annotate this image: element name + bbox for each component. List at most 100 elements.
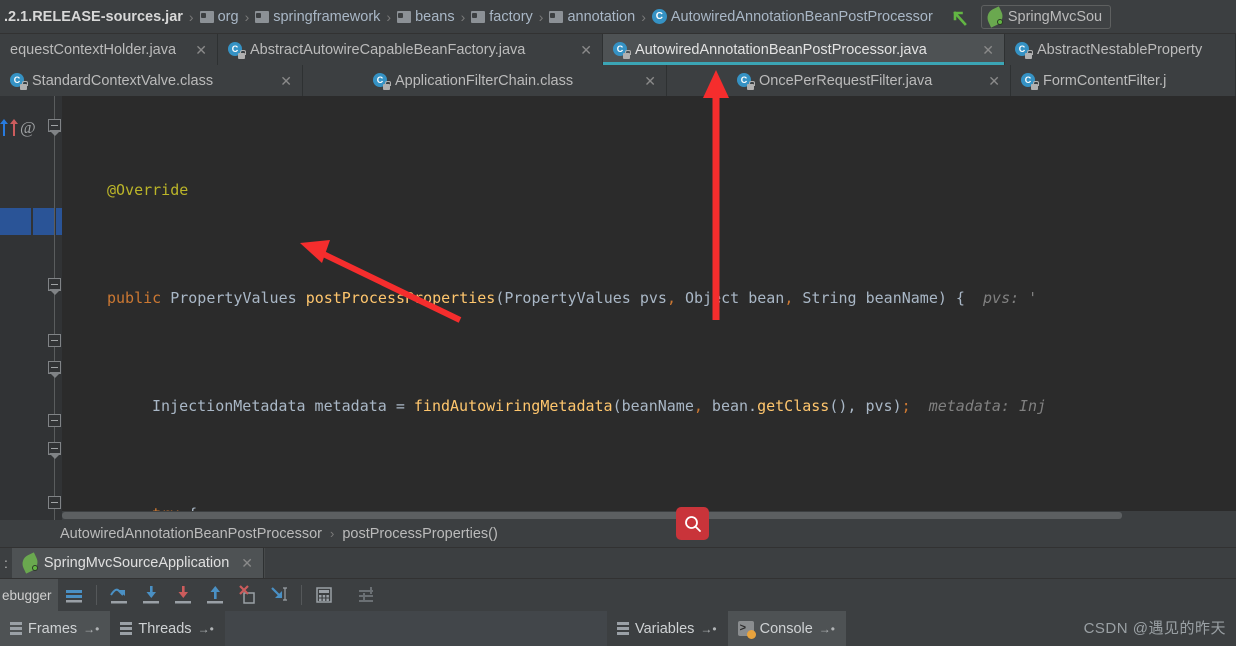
code-line[interactable]: public PropertyValues postProcessPropert… <box>62 285 1236 312</box>
tab-autowired-annotation-bean-post-processor[interactable]: C AutowiredAnnotationBeanPostProcessor.j… <box>603 34 1005 65</box>
debug-tabs-gap-2 <box>394 611 608 646</box>
scrollbar-thumb[interactable] <box>62 512 1122 519</box>
breadcrumb-label: AutowiredAnnotationBeanPostProcessor <box>670 8 933 25</box>
editor-breadcrumb-bar: AutowiredAnnotationBeanPostProcessor › p… <box>0 520 1236 548</box>
overriding-method-icon[interactable] <box>10 119 18 137</box>
run-to-cursor-icon[interactable] <box>266 582 292 608</box>
pin-icon[interactable]: →• <box>198 622 214 636</box>
code-line[interactable]: InjectionMetadata metadata = findAutowir… <box>62 393 1236 420</box>
code-editor[interactable]: @ @Override public PropertyValues postPr… <box>0 96 1236 520</box>
debug-tab-threads[interactable]: Threads →• <box>110 611 225 646</box>
tab-label: AbstractNestableProperty <box>1037 41 1203 58</box>
debug-tab-label: Console <box>759 620 813 637</box>
watermark: CSDN @遇见的昨天 <box>1083 620 1226 637</box>
search-icon <box>684 515 701 532</box>
breadcrumb-factory[interactable]: factory <box>469 4 535 30</box>
annotation-token: @Override <box>107 181 189 199</box>
evaluate-expression-icon[interactable] <box>311 582 337 608</box>
fold-marker[interactable] <box>48 361 61 378</box>
tab-abstract-autowire-capable-bean-factory[interactable]: C AbstractAutowireCapableBeanFactory.jav… <box>218 34 603 65</box>
fold-marker[interactable] <box>48 278 61 295</box>
folder-icon <box>397 10 412 23</box>
tab-once-per-request-filter[interactable]: C OncePerRequestFilter.java ✕ <box>667 65 1011 96</box>
annotation-marker-icon[interactable]: @ <box>20 118 36 138</box>
step-over-icon[interactable] <box>106 582 132 608</box>
breadcrumb-beans[interactable]: beans <box>395 4 457 30</box>
gutter-annotation-markers[interactable]: @ <box>0 118 36 138</box>
debug-tab-frames[interactable]: Frames →• <box>0 611 111 646</box>
close-icon[interactable]: ✕ <box>644 74 656 88</box>
debug-tabs-filler <box>264 548 1236 578</box>
navigation-bar: .2.1.RELEASE-sources.jar › org › springf… <box>0 0 1236 34</box>
breadcrumb-method-name[interactable]: postProcessProperties() <box>342 526 498 542</box>
breadcrumb-class[interactable]: C AutowiredAnnotationBeanPostProcessor <box>650 4 935 30</box>
editor-horizontal-scrollbar[interactable] <box>62 511 1236 520</box>
debug-tab-variables[interactable]: Variables →• <box>607 611 728 646</box>
folder-icon <box>549 10 564 23</box>
close-icon[interactable]: ✕ <box>280 74 292 88</box>
editor-tab-row-2: C StandardContextValve.class ✕ C Applica… <box>0 65 1236 96</box>
drop-frame-icon[interactable] <box>234 582 260 608</box>
pin-icon[interactable]: →• <box>700 622 716 636</box>
gutter-highlight <box>0 208 31 235</box>
implementing-method-icon[interactable] <box>0 119 8 137</box>
fold-marker[interactable] <box>48 442 61 459</box>
close-icon[interactable]: ✕ <box>580 43 592 57</box>
java-file-icon: C <box>1021 72 1039 90</box>
class-file-icon: C <box>373 72 391 90</box>
breadcrumb-separator: › <box>244 8 250 25</box>
variables-icon <box>617 622 630 635</box>
tab-request-context-holder[interactable]: equestContextHolder.java ✕ <box>0 34 218 65</box>
code-content[interactable]: @Override public PropertyValues postProc… <box>62 96 1236 520</box>
debug-tab-console[interactable]: > Console →• <box>727 611 846 646</box>
close-icon[interactable]: ✕ <box>988 74 1000 88</box>
fold-marker[interactable] <box>48 414 61 427</box>
breadcrumb-label: .2.1.RELEASE-sources.jar <box>4 8 183 25</box>
debugger-side-label[interactable]: ebugger <box>0 579 58 611</box>
pin-icon[interactable]: →• <box>819 622 835 636</box>
close-icon[interactable]: ✕ <box>982 43 994 57</box>
gutter-highlight <box>33 208 54 235</box>
run-configuration-selector[interactable]: SpringMvcSou <box>980 4 1112 29</box>
debug-session-tab-springmvcsourceapplication[interactable]: SpringMvcSourceApplication ✕ <box>11 548 264 578</box>
breadcrumb-separator: › <box>329 526 335 541</box>
pin-icon[interactable]: →• <box>83 622 99 636</box>
toolbar-divider <box>96 585 97 605</box>
tab-standard-context-valve[interactable]: C StandardContextValve.class ✕ <box>0 65 303 96</box>
threads-icon <box>120 622 133 635</box>
debug-tool-window: : SpringMvcSourceApplication ✕ ebugger F… <box>0 548 1236 646</box>
editor-gutter[interactable]: @ <box>0 96 62 520</box>
tab-abstract-nestable-property[interactable]: C AbstractNestableProperty <box>1005 34 1236 65</box>
fold-marker[interactable] <box>48 334 61 347</box>
spring-boot-icon <box>19 552 41 574</box>
frames-icon <box>10 622 22 635</box>
debugger-side-label-text: ebugger <box>2 587 52 603</box>
breadcrumb-annotation[interactable]: annotation <box>547 4 637 30</box>
code-line[interactable]: @Override <box>62 177 1236 204</box>
breadcrumb-org[interactable]: org <box>198 4 241 30</box>
breadcrumb-separator: › <box>460 8 466 25</box>
tab-application-filter-chain[interactable]: C ApplicationFilterChain.class ✕ <box>303 65 667 96</box>
console-icon: > <box>737 621 756 639</box>
fold-marker[interactable] <box>48 119 61 136</box>
inline-hint: pvs: ' <box>983 289 1038 307</box>
show-execution-point-icon[interactable] <box>61 582 87 608</box>
breadcrumb-springframework[interactable]: springframework <box>253 4 382 30</box>
run-configuration-label: SpringMvcSou <box>1007 8 1103 25</box>
breadcrumb-separator: › <box>386 8 392 25</box>
force-step-into-icon[interactable] <box>170 582 196 608</box>
breadcrumb-jar[interactable]: .2.1.RELEASE-sources.jar <box>2 4 185 30</box>
back-arrow-icon[interactable] <box>949 7 971 27</box>
tab-label: AbstractAutowireCapableBeanFactory.java <box>250 41 526 58</box>
breadcrumb-class-name[interactable]: AutowiredAnnotationBeanPostProcessor <box>60 526 322 542</box>
breadcrumb-separator: › <box>538 8 544 25</box>
close-icon[interactable]: ✕ <box>241 555 253 572</box>
tab-form-content-filter[interactable]: C FormContentFilter.j <box>1011 65 1236 96</box>
step-out-icon[interactable] <box>202 582 228 608</box>
settings-icon[interactable] <box>354 582 380 608</box>
fold-marker[interactable] <box>48 496 61 509</box>
step-into-icon[interactable] <box>138 582 164 608</box>
search-everywhere-button[interactable] <box>676 507 709 540</box>
close-icon[interactable]: ✕ <box>195 43 207 57</box>
tab-label: equestContextHolder.java <box>10 41 177 58</box>
